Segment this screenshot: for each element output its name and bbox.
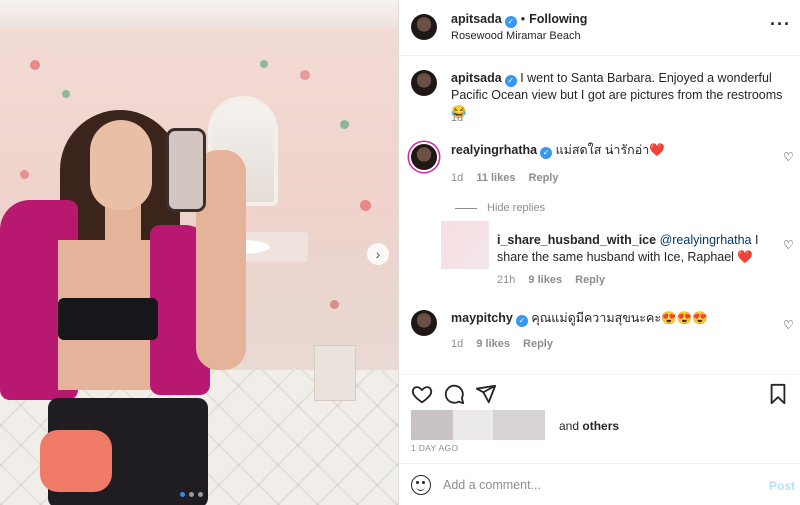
hide-replies-label: Hide replies <box>487 202 546 214</box>
post-header: apitsada ✓ • Following Rosewood Miramar Bea… <box>399 0 800 56</box>
carousel-dot <box>198 492 203 497</box>
caption-text: apitsada ✓ I went to Santa Barbara. Enjoy… <box>451 70 786 121</box>
carousel-dot-active <box>180 492 185 497</box>
comment-likes[interactable]: 9 likes <box>476 338 510 350</box>
comment-text: maypitchy ✓ คุณแม่ดูมีความสุขนะคะ😍😍😍 <box>451 310 771 327</box>
comment-like-heart-icon[interactable]: ♡ <box>783 318 795 332</box>
share-icon[interactable] <box>475 383 497 405</box>
avatar[interactable] <box>411 70 437 96</box>
heart-icon[interactable] <box>411 383 433 405</box>
bookmark-icon[interactable] <box>767 383 789 405</box>
avatar[interactable] <box>411 144 437 170</box>
wallpaper-flower <box>360 200 371 211</box>
comment-meta: 1d 11 likes Reply <box>451 172 559 184</box>
phone <box>166 128 206 212</box>
wallpaper-flower <box>340 120 349 129</box>
emoji-icon[interactable] <box>411 475 431 495</box>
liked-by-avatar[interactable] <box>453 410 493 440</box>
post-timestamp: 1 DAY AGO <box>411 443 459 453</box>
comment-time: 1d <box>451 172 464 184</box>
caption-time: 1d <box>451 112 464 124</box>
comment-username[interactable]: maypitchy <box>451 311 513 325</box>
comment-like-heart-icon[interactable]: ♡ <box>783 238 795 252</box>
comment-reply-button[interactable]: Reply <box>529 172 559 184</box>
comments-section: apitsada ✓ I went to Santa Barbara. Enjoy… <box>399 56 800 372</box>
wallpaper-flower <box>330 300 339 309</box>
reply-username[interactable]: i_share_husband_with_ice <box>497 233 656 247</box>
more-options-icon[interactable]: ··· <box>770 14 791 35</box>
comment-likes[interactable]: 11 likes <box>476 172 515 184</box>
post-photo: › <box>0 0 398 505</box>
reply-meta: 21h 9 likes Reply <box>497 274 605 286</box>
location-link[interactable]: Rosewood Miramar Beach <box>451 30 581 42</box>
likes-and: and <box>559 419 580 433</box>
wallpaper-flower <box>20 170 29 179</box>
wallpaper-flower <box>260 60 268 68</box>
caption-username[interactable]: apitsada <box>451 71 502 85</box>
wallpaper-flower <box>30 60 40 70</box>
follow-status-button[interactable]: Following <box>529 12 587 26</box>
carousel-dot <box>189 492 194 497</box>
reply-likes[interactable]: 9 likes <box>528 274 562 286</box>
verified-badge-icon: ✓ <box>504 75 517 87</box>
reply-reply-button[interactable]: Reply <box>575 274 605 286</box>
waste-bin <box>314 345 356 401</box>
pink-handbag <box>40 430 112 492</box>
verified-badge-icon: ✓ <box>540 147 553 159</box>
comment-input[interactable] <box>443 474 743 496</box>
comment-icon[interactable] <box>443 383 465 405</box>
avatar[interactable] <box>441 221 489 269</box>
avatar[interactable] <box>411 14 437 40</box>
comment-body: แม่สดใส น่ารักอ่า❤️ <box>555 143 665 157</box>
wallpaper-flower <box>300 70 310 80</box>
hide-replies-button[interactable]: Hide replies <box>455 202 545 214</box>
add-comment-bar: Post <box>399 463 800 505</box>
verified-badge-icon: ✓ <box>515 315 528 327</box>
liked-by-avatar[interactable] <box>493 410 545 440</box>
post-comment-button[interactable]: Post <box>769 479 795 493</box>
separator-dot: • <box>520 12 526 26</box>
chevron-right-icon[interactable]: › <box>367 243 389 265</box>
likes-others[interactable]: others <box>582 419 619 433</box>
wallpaper-flower <box>62 90 70 98</box>
comment-like-heart-icon[interactable]: ♡ <box>783 150 795 164</box>
verified-badge-icon: ✓ <box>504 16 517 28</box>
header-user-row: apitsada ✓ • Following <box>451 12 587 28</box>
crop-top <box>58 298 158 340</box>
liked-by-avatar[interactable] <box>411 410 453 440</box>
comment-meta: 1d 9 likes Reply <box>451 338 553 350</box>
post-actions-bar <box>399 374 800 414</box>
photo-ceiling <box>0 0 398 28</box>
comment-time: 1d <box>451 338 464 350</box>
carousel-dots <box>180 492 203 497</box>
header-username[interactable]: apitsada <box>451 12 502 26</box>
hide-replies-line <box>455 207 477 209</box>
comment-reply-button[interactable]: Reply <box>523 338 553 350</box>
reply-text: i_share_husband_with_ice @realyingrhatha… <box>497 232 779 266</box>
comment-text: realyingrhatha ✓ แม่สดใส น่ารักอ่า❤️ <box>451 142 771 159</box>
likes-summary[interactable]: and others <box>559 419 619 433</box>
comment-username[interactable]: realyingrhatha <box>451 143 537 157</box>
person-face <box>90 120 152 210</box>
avatar[interactable] <box>411 310 437 336</box>
reply-mention-link[interactable]: @realyingrhatha <box>660 233 752 247</box>
post-side-panel: apitsada ✓ • Following Rosewood Miramar Bea… <box>398 0 800 505</box>
comment-body: คุณแม่ดูมีความสุขนะคะ😍😍😍 <box>531 311 708 325</box>
reply-time: 21h <box>497 274 516 286</box>
